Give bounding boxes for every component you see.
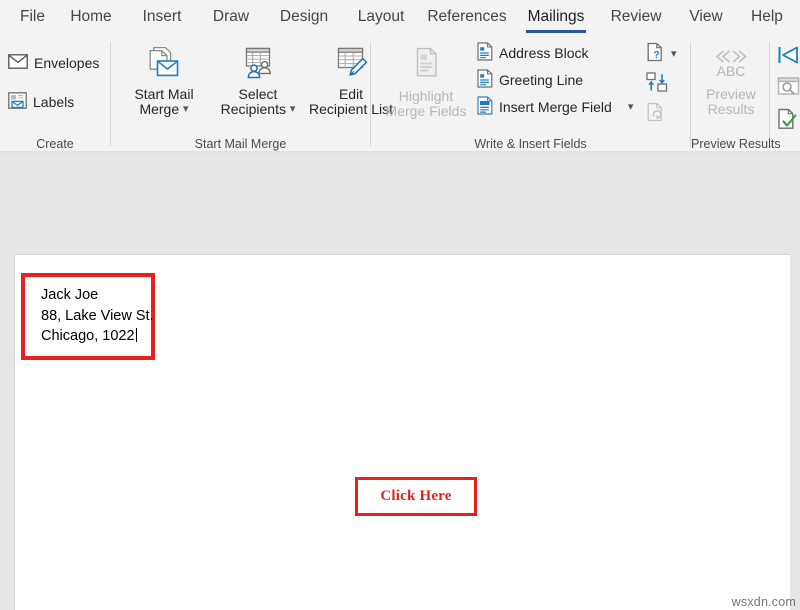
start-mail-merge-label-line1: Start Mail — [118, 87, 210, 103]
document-page[interactable]: Jack Joe 88, Lake View St. Chicago, 1022… — [14, 254, 790, 610]
labels-button[interactable]: Labels — [8, 92, 74, 112]
select-recipients-label-line1: Select — [212, 87, 304, 103]
tab-references[interactable]: References — [419, 0, 515, 36]
highlight-merge-fields-button[interactable]: Highlight Merge Fields — [377, 46, 475, 120]
group-label-write-insert-fields: Write & Insert Fields — [371, 137, 690, 151]
check-for-errors-icon — [777, 108, 800, 135]
group-label-create: Create — [0, 137, 110, 151]
ribbon-group-write-insert-fields: Highlight Merge Fields Address Block — [371, 36, 690, 152]
tab-insert[interactable]: Insert — [127, 0, 197, 36]
highlight-merge-fields-icon — [377, 46, 475, 86]
document-scroll-area[interactable]: Jack Joe 88, Lake View St. Chicago, 1022… — [0, 153, 800, 610]
insert-merge-field-icon — [477, 96, 493, 118]
envelopes-label: Envelopes — [34, 55, 99, 71]
first-record-icon — [777, 44, 800, 71]
match-fields-button[interactable] — [646, 72, 668, 98]
start-mail-merge-label-line2: Merge — [139, 101, 179, 117]
start-mail-merge-button[interactable]: Start Mail Merge ▾ — [118, 46, 210, 118]
abc-preview-icon: ABC — [695, 48, 767, 84]
tab-design-label: Design — [280, 8, 328, 28]
tab-mailings-label: Mailings — [528, 8, 585, 28]
start-mail-merge-icon — [118, 46, 210, 84]
tab-references-label: References — [427, 8, 506, 28]
greeting-line-icon — [477, 69, 493, 91]
tab-file[interactable]: File — [10, 0, 55, 36]
tab-design[interactable]: Design — [265, 0, 343, 36]
click-here-label: Click Here — [380, 488, 451, 504]
find-recipient-button[interactable] — [777, 76, 800, 103]
tab-mailings[interactable]: Mailings — [515, 0, 597, 36]
ribbon: Envelopes Labels Create — [0, 36, 800, 152]
update-labels-icon — [646, 102, 666, 127]
tab-review-label: Review — [611, 8, 662, 28]
select-recipients-button[interactable]: Select Recipients ▾ — [212, 46, 304, 118]
tab-home[interactable]: Home — [55, 0, 127, 36]
ribbon-group-create: Envelopes Labels Create — [0, 36, 110, 152]
labels-label: Labels — [33, 94, 74, 110]
match-fields-icon — [646, 72, 668, 98]
select-recipients-label-line2: Recipients — [221, 101, 286, 117]
address-block-label: Address Block — [499, 45, 588, 61]
tab-layout[interactable]: Layout — [343, 0, 419, 36]
address-line-2: 88, Lake View St. — [41, 306, 141, 327]
chevron-down-icon[interactable]: ▾ — [628, 100, 634, 113]
insert-merge-field-button[interactable]: Insert Merge Field ▾ — [477, 96, 633, 118]
chevron-down-icon[interactable]: ▾ — [671, 47, 677, 60]
group-label-start-mail-merge: Start Mail Merge — [111, 137, 370, 151]
chevron-down-icon[interactable]: ▾ — [290, 103, 296, 115]
address-block-icon — [477, 42, 493, 64]
labels-icon — [8, 92, 27, 112]
insert-merge-field-label: Insert Merge Field — [499, 99, 612, 115]
text-cursor — [136, 328, 137, 342]
svg-text:ABC: ABC — [717, 63, 746, 79]
tab-insert-label: Insert — [143, 8, 182, 28]
update-labels-button[interactable] — [646, 102, 666, 127]
preview-results-label-line1: Preview — [695, 87, 767, 103]
preview-results-button[interactable]: ABC Preview Results — [695, 48, 767, 118]
group-label-preview-results: Preview Results — [691, 137, 769, 151]
svg-text:?: ? — [654, 50, 660, 61]
first-record-button[interactable] — [777, 44, 800, 71]
highlight-merge-fields-label-line2: Merge Fields — [377, 104, 475, 120]
tab-help-label: Help — [751, 8, 783, 28]
envelope-icon — [8, 54, 28, 72]
ribbon-group-preview-results: ABC Preview Results — [691, 36, 800, 152]
watermark: wsxdn.com — [732, 595, 796, 609]
address-line-1: Jack Joe — [41, 285, 141, 306]
group-separator-4 — [769, 42, 770, 146]
rules-icon: ? — [646, 42, 666, 67]
chevron-down-icon[interactable]: ▾ — [183, 103, 189, 115]
tab-draw[interactable]: Draw — [197, 0, 265, 36]
click-here-annotation-box[interactable]: Click Here — [355, 477, 477, 516]
greeting-line-label: Greeting Line — [499, 72, 583, 88]
tab-view[interactable]: View — [675, 0, 737, 36]
select-recipients-icon — [212, 46, 304, 84]
tab-help[interactable]: Help — [737, 0, 797, 36]
envelopes-button[interactable]: Envelopes — [8, 54, 99, 72]
tab-layout-label: Layout — [358, 8, 405, 28]
rules-button[interactable]: ? ▾ — [646, 42, 677, 67]
tab-home-label: Home — [70, 8, 111, 28]
check-for-errors-button[interactable] — [777, 108, 800, 135]
preview-results-label-line2: Results — [695, 102, 767, 118]
tab-draw-label: Draw — [213, 8, 249, 28]
address-line-3: Chicago, 1022 — [41, 326, 141, 347]
ribbon-group-start-mail-merge: Start Mail Merge ▾ Select Recipients ▾ — [111, 36, 370, 152]
tab-review[interactable]: Review — [597, 0, 675, 36]
address-line-3-text: Chicago, 1022 — [41, 328, 135, 344]
address-annotation-box: Jack Joe 88, Lake View St. Chicago, 1022 — [21, 273, 155, 360]
highlight-merge-fields-label-line1: Highlight — [377, 89, 475, 105]
find-recipient-icon — [777, 76, 800, 103]
tab-view-label: View — [689, 8, 722, 28]
greeting-line-button[interactable]: Greeting Line — [477, 69, 583, 91]
tab-file-label: File — [20, 8, 45, 28]
address-block-button[interactable]: Address Block — [477, 42, 588, 64]
ribbon-tab-bar: File Home Insert Draw Design Layout Refe… — [0, 0, 800, 36]
